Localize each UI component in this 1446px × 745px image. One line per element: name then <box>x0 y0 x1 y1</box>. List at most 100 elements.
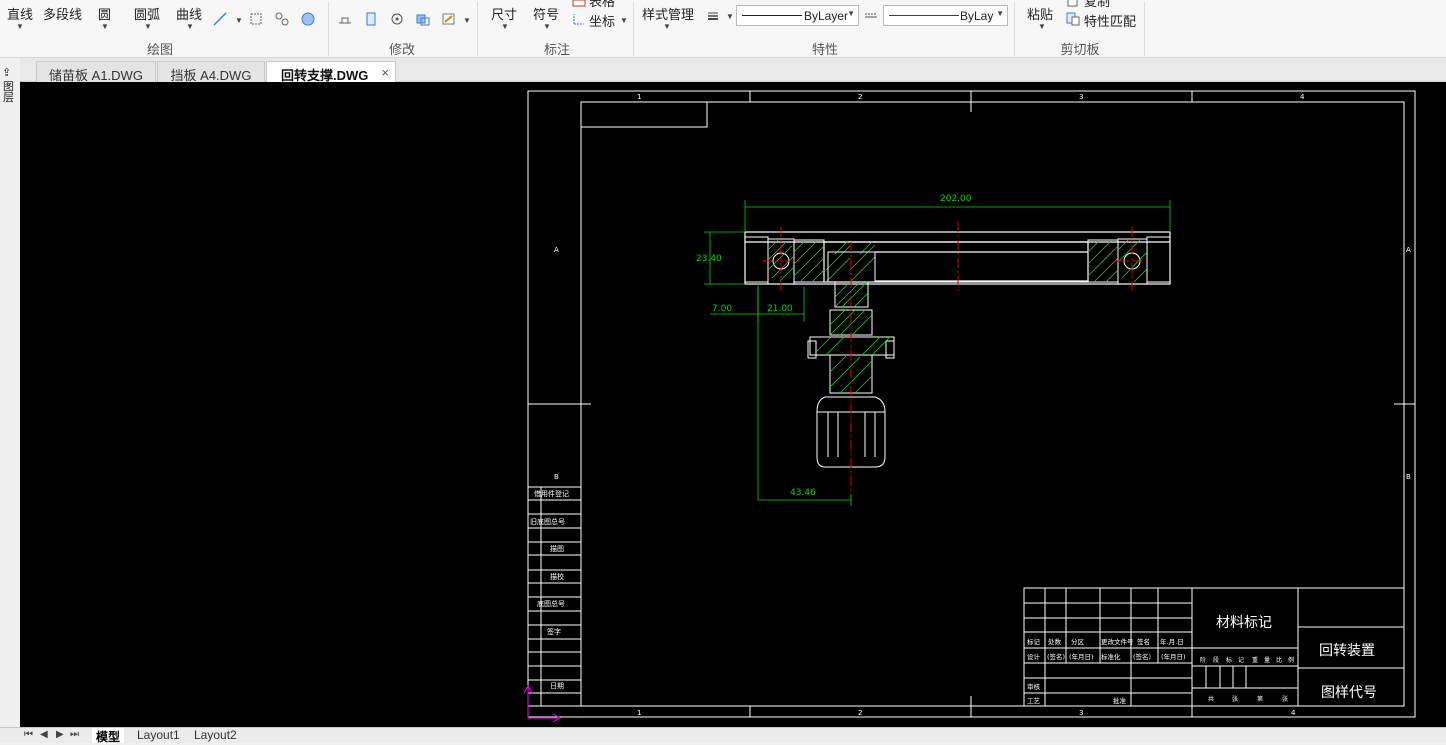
row-marker: A <box>554 246 559 254</box>
side-label: 旧底图总号 <box>530 517 565 526</box>
curve-button[interactable]: 曲线 <box>176 4 202 23</box>
col-marker: 2 <box>858 93 862 101</box>
paste-dropdown-icon[interactable]: ▼ <box>1038 22 1046 31</box>
symbol-button[interactable]: 符号 <box>533 4 559 23</box>
symbol-dropdown-icon[interactable]: ▼ <box>543 22 551 31</box>
tab-baffle[interactable]: 挡板 A4.DWG <box>157 61 265 83</box>
tb-cell: (年月日) <box>1161 652 1186 661</box>
dimension-button[interactable]: 尺寸 <box>491 4 517 23</box>
dim-offset-left: 7.00 <box>712 304 732 314</box>
draw-more-dropdown-icon[interactable]: ▼ <box>235 16 243 25</box>
drawing-canvas[interactable]: 1 2 3 4 1 2 3 4 A B A B 借用件登记 旧底图总号 描图 描… <box>20 82 1446 727</box>
col-marker: 3 <box>1079 93 1083 101</box>
edit-icon[interactable] <box>442 12 456 26</box>
prev-layout-icon[interactable]: ◀ <box>40 729 48 740</box>
tb-cell: (签名) <box>1133 652 1151 661</box>
dim-offset-inner: 21.00 <box>767 304 793 314</box>
tb-cell: 共 <box>1208 695 1214 703</box>
side-label: 签字 <box>547 627 561 636</box>
color-dropdown-icon: ▼ <box>996 9 1004 18</box>
document-tab-bar: 储苗板 A1.DWG 挡板 A4.DWG 回转支撑.DWG × <box>0 58 1446 83</box>
curve-dropdown-icon[interactable]: ▼ <box>186 22 194 31</box>
lineweight-dropdown-icon[interactable]: ▼ <box>726 12 734 21</box>
coordinate-dropdown-icon[interactable]: ▼ <box>620 16 628 25</box>
ribbon-toolbar: 直线 ▼ 多段线 圆 ▼ 圆弧 ▼ 曲线 ▼ ▼ 绘图 ▼ 修改 尺寸 ▼ 符号… <box>0 0 1446 58</box>
match-properties-icon[interactable] <box>1066 12 1080 26</box>
row-marker: B <box>1406 473 1411 481</box>
circle-button[interactable]: 圆 <box>98 4 111 23</box>
material-label: 材料标记 <box>1216 615 1272 631</box>
tab-layout2[interactable]: Layout2 <box>190 728 241 743</box>
tb-cell: 审核 <box>1027 682 1041 691</box>
region-icon[interactable] <box>301 12 315 26</box>
copy-button[interactable]: 复制 <box>1084 0 1110 10</box>
coordinate-icon[interactable] <box>572 12 586 26</box>
color-select[interactable]: ByLayer ▼ <box>883 5 1008 26</box>
side-label: 描校 <box>550 572 564 581</box>
tb-cell: 张 <box>1232 695 1238 703</box>
rectangle-icon[interactable] <box>249 12 263 26</box>
side-label: 借用件登记 <box>534 489 569 498</box>
style-manager-dropdown-icon[interactable]: ▼ <box>663 22 671 31</box>
linetype-pattern-icon[interactable] <box>864 9 878 23</box>
paste-button[interactable]: 粘贴 <box>1027 4 1053 23</box>
copy-object-icon[interactable] <box>364 12 378 26</box>
scale-icon[interactable] <box>416 12 430 26</box>
line-dropdown-icon[interactable]: ▼ <box>16 22 24 31</box>
circle-dropdown-icon[interactable]: ▼ <box>101 22 109 31</box>
arc-dropdown-icon[interactable]: ▼ <box>144 22 152 31</box>
drawing-frame <box>527 90 1416 718</box>
centerlines <box>762 222 1150 502</box>
last-layout-icon[interactable]: ⏭ <box>70 729 79 740</box>
layer-panel-label[interactable]: 图层 <box>3 82 15 104</box>
tab-slewing-support[interactable]: 回转支撑.DWG × <box>266 61 396 83</box>
line-button[interactable]: 直线 <box>7 4 33 23</box>
tb-cell: 批准 <box>1113 696 1127 705</box>
tb-cell: 签名 <box>1137 637 1150 646</box>
tb-cell: 更改文件号 <box>1101 637 1134 646</box>
tb-cell: 段 <box>1213 656 1219 664</box>
linetype-value: ByLayer <box>804 9 849 23</box>
move-icon[interactable] <box>338 12 352 26</box>
tb-cell: (签名) <box>1047 652 1065 661</box>
arc-button[interactable]: 圆弧 <box>134 4 160 23</box>
tab-storage-board[interactable]: 储苗板 A1.DWG <box>36 61 156 83</box>
table-button[interactable]: 表格 <box>589 0 615 10</box>
dim-overall-width: 202.00 <box>940 194 972 204</box>
match-properties-button[interactable]: 特性匹配 <box>1084 11 1136 30</box>
properties-group-label: 特性 <box>811 42 838 57</box>
clipboard-group-label: 剪切板 <box>1060 42 1100 57</box>
layer-panel-strip: ⇪ 图层 <box>0 58 20 728</box>
first-layout-icon[interactable]: ⏮ <box>24 729 33 740</box>
layer-panel-icon[interactable]: ⇪ <box>2 66 11 79</box>
tb-cell: 记 <box>1238 657 1244 664</box>
linetype-dropdown-icon: ▼ <box>847 9 855 18</box>
tab-layout1[interactable]: Layout1 <box>133 728 184 743</box>
copy-icon[interactable] <box>1066 0 1080 7</box>
col-marker: 1 <box>637 93 641 101</box>
color-value: ByLayer <box>960 9 994 23</box>
tab-label: 储苗板 A1.DWG <box>49 68 143 83</box>
col-marker: 2 <box>858 709 862 717</box>
lineweight-icon[interactable] <box>706 9 720 23</box>
tb-cell: 工艺 <box>1027 697 1041 705</box>
col-marker: 3 <box>1079 709 1083 717</box>
polyline-button[interactable]: 多段线 <box>43 4 82 23</box>
hatch-icon[interactable] <box>275 12 289 26</box>
close-tab-icon[interactable]: × <box>381 65 389 80</box>
coordinate-button[interactable]: 坐标 <box>589 11 615 30</box>
col-marker: 4 <box>1300 93 1305 101</box>
construction-line-icon[interactable] <box>213 12 227 26</box>
dimension-dropdown-icon[interactable]: ▼ <box>501 22 509 31</box>
linetype-select[interactable]: ByLayer ▼ <box>736 5 859 26</box>
tab-model[interactable]: 模型 <box>92 728 125 744</box>
tb-cell: 张 <box>1282 695 1288 703</box>
row-marker: B <box>554 473 559 481</box>
next-layout-icon[interactable]: ▶ <box>56 729 64 740</box>
modify-more-dropdown-icon[interactable]: ▼ <box>463 16 471 25</box>
modify-group-label: 修改 <box>388 42 415 57</box>
table-icon[interactable] <box>572 0 586 7</box>
tb-cell: 阶 <box>1200 656 1206 664</box>
style-manager-button[interactable]: 样式管理 <box>642 4 694 23</box>
rotate-icon[interactable] <box>390 12 404 26</box>
